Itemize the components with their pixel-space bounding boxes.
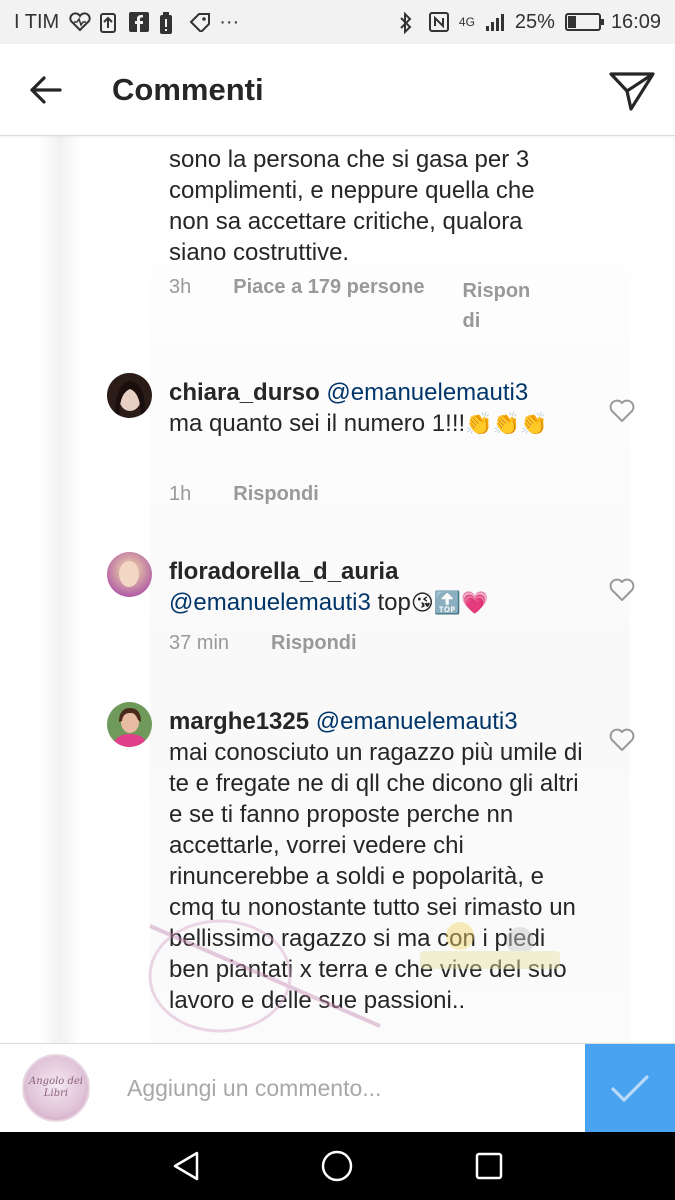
comment-body-text: mai conosciuto un ragazzo più umile di t… — [169, 739, 583, 1014]
paper-plane-icon — [609, 72, 655, 111]
comment-meta: 37 min Rispondi — [169, 632, 357, 655]
comment-text: sono la persona che si gasa per 3 compli… — [169, 144, 569, 268]
background-texture — [40, 136, 80, 1043]
comment-body-text: top — [377, 589, 411, 616]
comment-username[interactable]: floradorella_d_auria — [169, 558, 398, 585]
network-type-label: 4G — [458, 15, 475, 29]
comment-time: 3h — [169, 276, 192, 298]
comment-meta: 1h Rispondi — [169, 483, 319, 506]
current-user-avatar: Angolo dei Libri — [22, 1054, 90, 1122]
battery-alert-icon — [159, 12, 179, 34]
comment-body-text: sono la persona che si gasa per 3 compli… — [169, 146, 535, 266]
signal-icon — [485, 12, 505, 32]
clapping-hands-emoji: 👏👏👏 — [465, 411, 548, 436]
comment-meta: 3h Piace a 179 persone Rispon di — [169, 276, 542, 336]
comment-mention[interactable]: @emanuelemauti3 — [326, 379, 528, 406]
checkmark-icon — [611, 1074, 649, 1102]
comment-time: 1h — [169, 483, 192, 505]
like-heart-icon[interactable] — [609, 728, 635, 754]
nav-recents-button[interactable] — [464, 1141, 514, 1191]
triangle-back-icon — [173, 1151, 199, 1181]
facebook-icon — [129, 12, 150, 32]
comments-list[interactable]: sono la persona che si gasa per 3 compli… — [0, 136, 675, 1043]
comment-mention[interactable]: @emanuelemauti3 — [169, 589, 371, 616]
page-title: Commenti — [112, 71, 264, 107]
avatar-label: Angolo dei Libri — [29, 1076, 83, 1099]
comment-time: 37 min — [169, 632, 230, 654]
avatar[interactable] — [107, 552, 152, 597]
comment-username[interactable]: chiara_durso — [169, 379, 320, 406]
system-navigation-bar — [0, 1132, 675, 1200]
comment-composer: Angolo dei Libri — [0, 1043, 675, 1133]
clock: 16:09 — [610, 10, 661, 33]
post-comment-button[interactable] — [585, 1044, 675, 1133]
avatar[interactable] — [107, 702, 152, 747]
back-button[interactable] — [0, 44, 90, 136]
tag-icon — [189, 12, 211, 34]
comment-mention[interactable]: @emanuelemauti3 — [316, 708, 518, 735]
nav-home-button[interactable] — [312, 1141, 362, 1191]
battery-icon — [564, 13, 604, 31]
reply-link[interactable]: Rispon di — [462, 276, 542, 336]
kiss-top-heart-emoji: 😘🔝💗 — [410, 590, 489, 615]
upload-icon — [99, 12, 119, 33]
square-recents-icon — [475, 1152, 503, 1180]
like-heart-icon[interactable] — [609, 578, 635, 604]
comment-text: floradorella_d_auria @emanuelemauti3 top… — [169, 556, 589, 618]
battery-level — [567, 16, 576, 28]
nfc-icon — [428, 12, 449, 32]
health-heart-icon — [69, 12, 91, 32]
more-notifications-icon: ··· — [219, 10, 240, 33]
circle-home-icon — [322, 1150, 353, 1182]
comment-input[interactable] — [127, 1062, 567, 1114]
share-button[interactable] — [607, 66, 657, 116]
reply-link[interactable]: Rispondi — [271, 632, 357, 655]
likes-count-link[interactable]: Piace a 179 persone — [233, 276, 424, 336]
comment-text: chiara_durso @emanuelemauti3 ma quanto s… — [169, 377, 589, 439]
like-heart-icon[interactable] — [609, 399, 635, 425]
arrow-left-icon — [30, 75, 62, 104]
bluetooth-icon — [399, 11, 419, 35]
comment-body-text: ma quanto sei il numero 1!!! — [169, 410, 466, 437]
nav-back-button[interactable] — [161, 1141, 211, 1191]
top-app-bar: Commenti — [0, 44, 675, 136]
comment-username[interactable]: marghe1325 — [169, 708, 309, 735]
reply-link[interactable]: Rispondi — [233, 483, 319, 506]
carrier-label: I TIM — [14, 10, 60, 33]
battery-percent: 25% — [514, 10, 555, 33]
avatar[interactable] — [107, 373, 152, 418]
status-bar: I TIM ··· 4G 25% 16:09 — [0, 0, 675, 44]
comment-text: marghe1325 @emanuelemauti3 mai conosciut… — [169, 706, 589, 1016]
